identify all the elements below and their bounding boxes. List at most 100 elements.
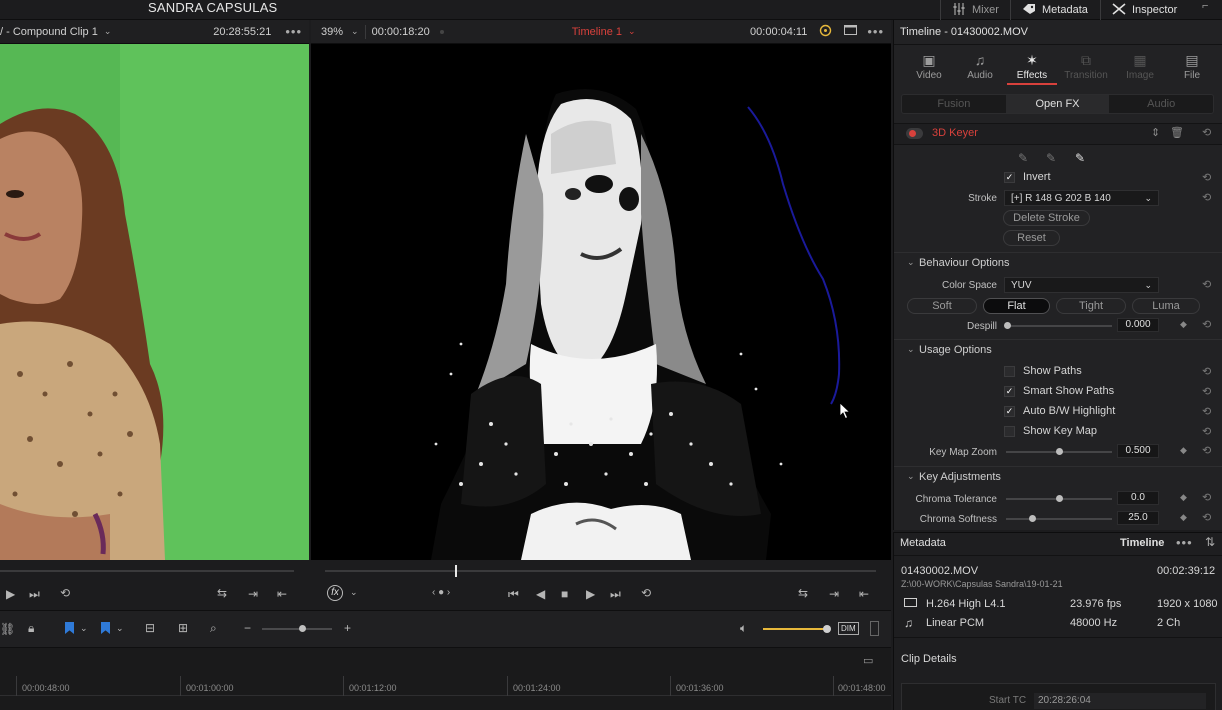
chevron-down-icon[interactable]: ⌄	[350, 587, 358, 598]
next-edit-icon[interactable]: ⇥	[829, 587, 839, 601]
key-map-zoom-value[interactable]: 0.500	[1117, 444, 1159, 458]
link-icon[interactable]: ⛓	[0, 622, 15, 636]
nudge-icon[interactable]: ‹ ● ›	[432, 587, 450, 598]
mode-soft-button[interactable]: Soft	[907, 298, 977, 314]
zoom-slider-knob[interactable]	[299, 625, 306, 632]
timeline-name[interactable]: Timeline 1	[572, 26, 622, 38]
go-to-end-icon[interactable]: ⏭	[610, 587, 621, 602]
reset-icon[interactable]: ⟲	[1202, 318, 1211, 331]
eyedropper-plus-icon[interactable]: ✎	[1075, 151, 1085, 165]
chroma-tolerance-knob[interactable]	[1056, 495, 1063, 502]
inspector-button[interactable]: Inspector	[1112, 0, 1177, 20]
key-map-zoom-knob[interactable]	[1056, 448, 1063, 455]
mode-tight-button[interactable]: Tight	[1056, 298, 1126, 314]
chevron-down-icon[interactable]: ⌄	[907, 257, 915, 268]
more-options-icon[interactable]: •••	[285, 24, 302, 39]
match-frame-icon[interactable]: ⇆	[217, 586, 227, 600]
show-key-map-checkbox[interactable]	[1004, 425, 1015, 437]
despill-slider-knob[interactable]	[1004, 322, 1011, 329]
chroma-softness-value[interactable]: 25.0	[1117, 511, 1159, 525]
chroma-softness-knob[interactable]	[1029, 515, 1036, 522]
reset-icon[interactable]: ⟲	[1202, 126, 1211, 139]
tab-audio[interactable]: ♫ Audio	[955, 50, 1005, 81]
volume-slider[interactable]	[763, 628, 829, 630]
mixer-button[interactable]: Mixer	[952, 0, 999, 20]
subtab-open-fx[interactable]: Open FX	[1005, 95, 1110, 113]
chroma-softness-slider[interactable]	[1006, 518, 1112, 520]
previous-edit-icon[interactable]: ⇤	[277, 587, 287, 601]
reverse-play-icon[interactable]: ◀	[536, 587, 545, 601]
smart-show-paths-row[interactable]: ✓ Smart Show Paths	[1004, 385, 1114, 397]
auto-bw-highlight-row[interactable]: ✓ Auto B/W Highlight	[1004, 405, 1115, 417]
color-picker-icon[interactable]	[819, 24, 832, 40]
go-to-start-icon[interactable]: ⏮	[508, 587, 519, 602]
keyframe-diamond-icon[interactable]: ◆	[1180, 512, 1187, 523]
reset-icon[interactable]: ⟲	[1202, 171, 1211, 184]
timeline-options-icon[interactable]: ▭	[863, 654, 873, 667]
loop-icon[interactable]: ⟲	[641, 586, 651, 600]
viewer-mode-icon[interactable]	[844, 25, 858, 38]
source-scrubber[interactable]	[0, 570, 294, 572]
show-key-map-row[interactable]: Show Key Map	[1004, 425, 1097, 437]
speaker-icon[interactable]: 🔈︎	[740, 621, 747, 636]
sort-icon[interactable]: ⇅	[1205, 535, 1215, 549]
zoom-detail-icon[interactable]: ⊞	[178, 621, 188, 635]
auto-bw-highlight-checkbox[interactable]: ✓	[1004, 405, 1015, 417]
keyframe-diamond-icon[interactable]: ◆	[1180, 492, 1187, 503]
reset-icon[interactable]: ⟲	[1202, 444, 1211, 457]
keyframe-diamond-icon[interactable]: ◆	[1180, 445, 1187, 456]
source-viewer[interactable]	[0, 44, 309, 560]
next-edit-icon[interactable]: ⇥	[248, 587, 258, 601]
clip-details-header[interactable]: Clip Details	[901, 653, 957, 665]
despill-slider[interactable]	[1006, 325, 1112, 327]
tab-effects[interactable]: ✶ Effects	[1007, 50, 1057, 81]
effect-toggle[interactable]	[906, 128, 923, 139]
timeline-scrubber[interactable]	[325, 570, 876, 572]
zoom-custom-icon[interactable]: ⌕	[210, 621, 217, 636]
reset-icon[interactable]: ⟲	[1202, 385, 1211, 398]
playhead[interactable]	[455, 565, 457, 577]
flag-icon[interactable]	[65, 622, 74, 634]
marker-icon[interactable]	[101, 622, 110, 634]
lock-icon[interactable]: 🔒︎	[28, 621, 34, 636]
stroke-dropdown[interactable]: [+] R 148 G 202 B 140 ⌄	[1004, 190, 1159, 206]
zoom-in-icon[interactable]: +	[344, 621, 351, 635]
volume-knob[interactable]	[823, 625, 831, 633]
chevron-down-icon[interactable]: ⌄	[628, 26, 636, 37]
chevron-down-icon[interactable]: ⌄	[907, 471, 915, 482]
fx-icon[interactable]: fx	[327, 585, 343, 601]
updown-icon[interactable]: ⇕	[1151, 126, 1160, 139]
reset-icon[interactable]: ⟲	[1202, 405, 1211, 418]
eyedropper-icon[interactable]: ✎	[1018, 151, 1028, 165]
invert-checkbox[interactable]: ✓	[1004, 171, 1015, 183]
chevron-down-icon[interactable]: ⌄	[80, 623, 88, 634]
key-adjustments-header[interactable]: Key Adjustments	[919, 471, 1001, 483]
zoom-level[interactable]: 39%	[321, 26, 343, 38]
skip-forward-icon[interactable]: ⏭	[29, 587, 40, 602]
source-clip-name[interactable]: / - Compound Clip 1	[0, 26, 98, 38]
mode-luma-button[interactable]: Luma	[1132, 298, 1200, 314]
reset-icon[interactable]: ⟲	[1202, 425, 1211, 438]
smart-show-paths-checkbox[interactable]: ✓	[1004, 385, 1015, 397]
chevron-down-icon[interactable]: ⌄	[116, 623, 124, 634]
invert-checkbox-row[interactable]: ✓ Invert	[1004, 171, 1051, 183]
behaviour-options-header[interactable]: Behaviour Options	[919, 257, 1010, 269]
loop-icon[interactable]: ⟲	[60, 586, 70, 600]
metadata-scope[interactable]: Timeline	[1120, 537, 1164, 549]
color-space-dropdown[interactable]: YUV ⌄	[1004, 277, 1159, 293]
time-ruler[interactable]: 00:00:48:00 00:01:00:00 00:01:12:00 00:0…	[0, 676, 891, 696]
reset-button[interactable]: Reset	[1003, 230, 1060, 246]
play-icon[interactable]: ▶	[586, 587, 595, 601]
zoom-slider[interactable]	[262, 628, 332, 630]
delete-stroke-button[interactable]: Delete Stroke	[1003, 210, 1090, 226]
metadata-button[interactable]: Metadata	[1022, 0, 1088, 20]
usage-options-header[interactable]: Usage Options	[919, 344, 992, 356]
despill-value[interactable]: 0.000	[1117, 318, 1159, 332]
more-options-icon[interactable]: •••	[1176, 535, 1193, 550]
chevron-down-icon[interactable]: ⌄	[907, 344, 915, 355]
start-tc-field[interactable]: 20:28:26:04	[1034, 693, 1206, 709]
mode-flat-button[interactable]: Flat	[983, 298, 1050, 314]
previous-edit-icon[interactable]: ⇤	[859, 587, 869, 601]
window-corner-icon[interactable]: ⌐	[1202, 0, 1222, 20]
chevron-down-icon[interactable]: ⌄	[104, 26, 112, 37]
